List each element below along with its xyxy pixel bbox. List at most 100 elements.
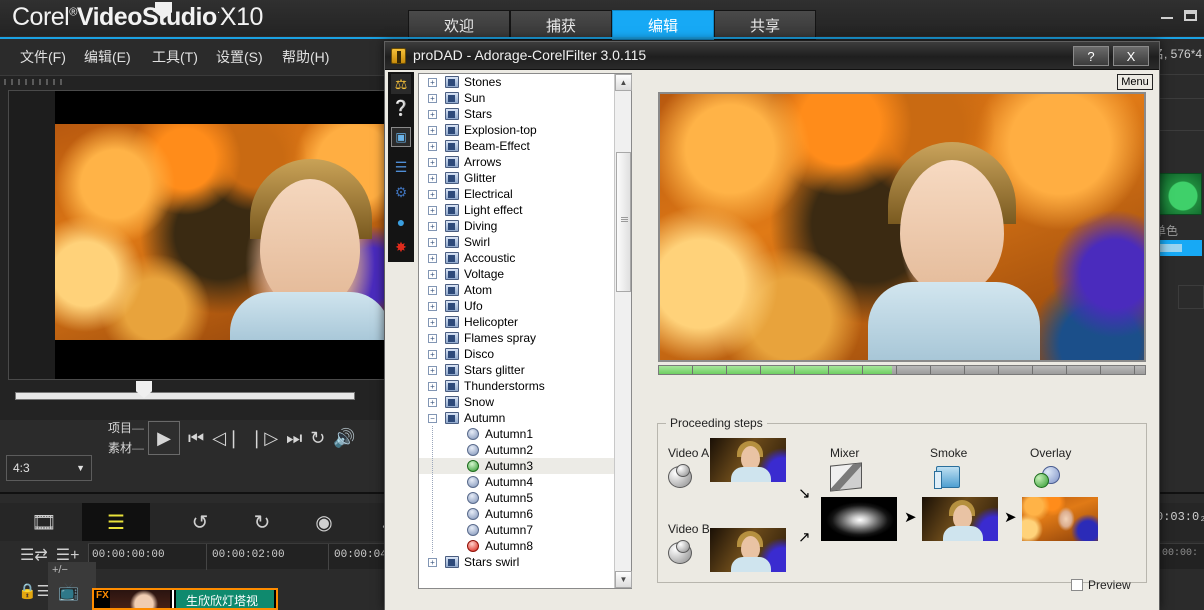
tree-item-row[interactable]: Autumn5 — [419, 490, 631, 506]
scrubber-track[interactable] — [15, 392, 355, 400]
tree-folder-row[interactable]: + Beam-Effect — [419, 138, 631, 154]
tree-folder-row[interactable]: + Stones — [419, 74, 631, 90]
tree-folder-row[interactable]: + Thunderstorms — [419, 378, 631, 394]
volume-button[interactable]: 🔊 — [333, 429, 355, 447]
menu-edit[interactable]: 编辑(E) — [84, 47, 131, 67]
effect-preview[interactable] — [658, 92, 1146, 362]
tab-welcome[interactable]: 欢迎 — [408, 10, 510, 40]
expand-icon[interactable]: + — [428, 366, 437, 375]
expand-icon[interactable]: + — [428, 286, 437, 295]
expand-icon[interactable]: + — [428, 110, 437, 119]
tree-folder-row[interactable]: + Helicopter — [419, 314, 631, 330]
tree-folder-row[interactable]: + Diving — [419, 218, 631, 234]
tree-folder-row[interactable]: + Swirl — [419, 234, 631, 250]
player-project-label[interactable]: 项目 — [108, 421, 132, 435]
dialog-titlebar[interactable]: proDAD - Adorage-CorelFilter 3.0.115 ? X — [385, 42, 1159, 70]
menu-settings[interactable]: 设置(S) — [216, 47, 263, 67]
checkbox-box[interactable] — [1071, 579, 1083, 591]
menu-file[interactable]: 文件(F) — [20, 47, 66, 67]
library-selected-item[interactable] — [1154, 240, 1202, 256]
tree-folder-row[interactable]: + Snow — [419, 394, 631, 410]
tab-share[interactable]: 共享 — [714, 10, 816, 40]
insert-media-icon[interactable]: ☰⇄ — [20, 545, 48, 565]
tree-item-row[interactable]: Autumn3 — [419, 458, 631, 474]
panel-grip[interactable] — [4, 79, 64, 85]
tree-item-row[interactable]: Autumn8 — [419, 538, 631, 554]
prodad-logo-icon[interactable]: ⚖ — [395, 76, 408, 93]
expand-icon[interactable]: + — [428, 158, 437, 167]
presets-icon[interactable]: ☰ — [395, 159, 408, 176]
expand-icon[interactable]: + — [428, 94, 437, 103]
expand-icon[interactable]: + — [428, 334, 437, 343]
tree-folder-row[interactable]: + Ufo — [419, 298, 631, 314]
close-button[interactable]: X — [1113, 46, 1149, 66]
expand-icon[interactable]: + — [428, 350, 437, 359]
expand-icon[interactable]: + — [428, 222, 437, 231]
tree-item-row[interactable]: Autumn4 — [419, 474, 631, 490]
tree-item-row[interactable]: Autumn7 — [419, 522, 631, 538]
preview-icon[interactable]: ▣ — [395, 130, 406, 144]
tree-folder-row[interactable]: + Stars — [419, 106, 631, 122]
preview-checkbox[interactable]: Preview — [1071, 578, 1131, 592]
play-button[interactable]: ▶ — [148, 421, 180, 455]
repeat-button[interactable]: ↻ — [310, 429, 325, 447]
help-button[interactable]: ? — [1073, 46, 1109, 66]
effects-tree[interactable]: + Stones + Sun + Stars + Explosion-top + Beam-Eff… — [418, 73, 632, 589]
tab-edit[interactable]: 编辑 — [612, 10, 714, 40]
undo-icon[interactable]: ↺ — [166, 503, 234, 541]
record-capture-icon[interactable]: ◉ — [290, 503, 358, 541]
expand-icon[interactable]: + — [428, 382, 437, 391]
scrollbar-thumb[interactable] — [616, 152, 631, 292]
storyboard-view-icon[interactable]: 🎞 — [10, 503, 78, 541]
tree-folder-row[interactable]: + Stars glitter — [419, 362, 631, 378]
expand-icon[interactable]: + — [428, 190, 437, 199]
expand-icon[interactable]: + — [428, 142, 437, 151]
prev-frame-button[interactable]: ◁❘ — [212, 429, 241, 447]
tree-item-row[interactable]: Autumn6 — [419, 506, 631, 522]
next-frame-button[interactable]: ❘▷ — [249, 429, 278, 447]
tree-folder-row[interactable]: + Accoustic — [419, 250, 631, 266]
scrubber[interactable] — [0, 381, 392, 404]
tree-folder-row[interactable]: + Explosion-top — [419, 122, 631, 138]
video-track-header[interactable]: +/− 📺 — [48, 562, 96, 610]
tree-folder-row[interactable]: + Flames spray — [419, 330, 631, 346]
tree-folder-row[interactable]: + Atom — [419, 282, 631, 298]
tree-folder-row[interactable]: + Glitter — [419, 170, 631, 186]
help-icon[interactable]: ❔ — [392, 99, 411, 117]
tree-folder-row[interactable]: + Light effect — [419, 202, 631, 218]
timeline-clip[interactable]: FX 生欣欣灯塔视 — [92, 588, 278, 610]
track-lock-icon[interactable]: 🔒☰ — [18, 582, 50, 600]
tree-folder-row[interactable]: + Electrical — [419, 186, 631, 202]
expand-icon[interactable]: + — [428, 270, 437, 279]
tree-item-row[interactable]: Autumn2 — [419, 442, 631, 458]
redo-icon[interactable]: ↻ — [228, 503, 296, 541]
menu-help[interactable]: 帮助(H) — [282, 47, 329, 67]
aspect-ratio-select[interactable]: 4:3 ▼ — [6, 455, 92, 481]
tree-folder-row[interactable]: + Disco — [419, 346, 631, 362]
expand-icon[interactable]: + — [428, 302, 437, 311]
preview-video[interactable] — [55, 91, 385, 379]
minimize-icon[interactable] — [1158, 8, 1176, 24]
start-button[interactable]: ⏮ — [188, 429, 204, 447]
tree-item-row[interactable]: Autumn1 — [419, 426, 631, 442]
end-button[interactable]: ⏭ — [286, 429, 302, 447]
settings-gear-icon[interactable]: ⚙ — [395, 184, 408, 201]
expand-icon[interactable]: + — [428, 126, 437, 135]
expand-icon[interactable]: + — [428, 558, 437, 567]
expand-icon[interactable]: + — [428, 318, 437, 327]
expand-icon[interactable]: + — [428, 238, 437, 247]
scroll-up-icon[interactable]: ▲ — [615, 74, 632, 91]
track-zoom-label[interactable]: +/− — [52, 564, 68, 576]
sphere-icon[interactable]: ● — [397, 214, 405, 230]
expand-icon[interactable]: + — [428, 398, 437, 407]
scroll-down-icon[interactable]: ▼ — [615, 571, 632, 588]
player-clip-label[interactable]: 素材 — [108, 441, 132, 455]
tree-folder-row[interactable]: + Voltage — [419, 266, 631, 282]
maximize-icon[interactable] — [1182, 8, 1200, 24]
expand-icon[interactable]: + — [428, 254, 437, 263]
tree-scrollbar[interactable]: ▲ ▼ — [614, 74, 632, 588]
tree-folder-row[interactable]: − Autumn — [419, 410, 631, 426]
menu-tools[interactable]: 工具(T) — [152, 47, 198, 67]
favorite-icon[interactable]: ✸ — [395, 239, 407, 256]
timeline-view-icon[interactable]: ☰ — [82, 503, 150, 541]
